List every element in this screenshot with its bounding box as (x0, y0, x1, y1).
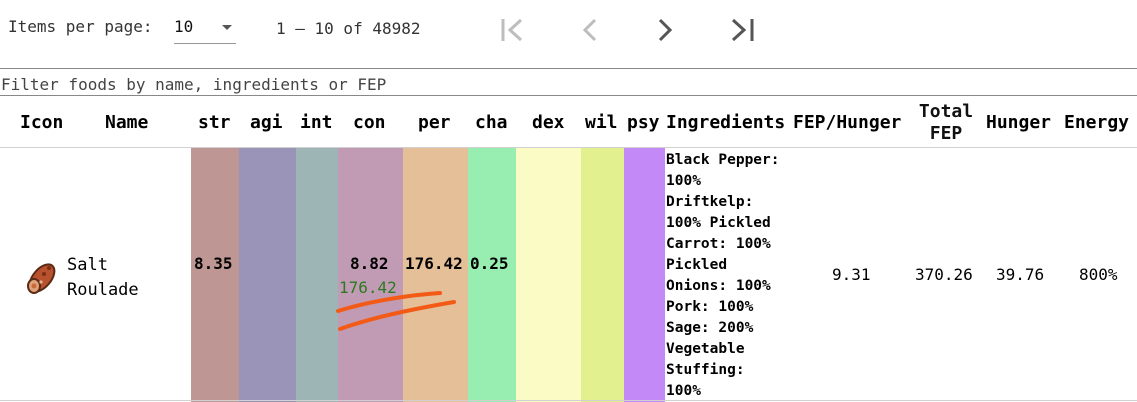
header-fep-hunger[interactable]: FEP/Hunger (793, 112, 901, 134)
agi-column-bg (239, 148, 296, 402)
items-per-page-label: Items per page: (8, 17, 153, 36)
food-name-line2: Roulade (67, 280, 139, 300)
con-value: 8.82 (350, 254, 389, 273)
chevron-right-icon (658, 18, 673, 42)
header-total-fep-line1: Total (918, 101, 974, 122)
previous-page-button[interactable] (572, 11, 608, 49)
salt-roulade-icon (20, 254, 64, 302)
cha-value: 0.25 (470, 254, 509, 273)
header-str[interactable]: str (198, 112, 231, 134)
header-wil[interactable]: wil (585, 112, 618, 134)
food-name-line1: Salt (67, 255, 108, 275)
page-size-value: 10 (174, 17, 194, 36)
hunger-value: 39.76 (996, 265, 1045, 284)
header-icon[interactable]: Icon (20, 112, 63, 134)
food-name[interactable]: Salt Roulade (67, 253, 177, 303)
header-cha[interactable]: cha (475, 112, 508, 134)
header-int[interactable]: int (300, 112, 333, 134)
dex-column-bg (516, 148, 581, 402)
next-page-button[interactable] (647, 11, 683, 49)
chevron-left-icon (582, 18, 597, 42)
header-name[interactable]: Name (105, 112, 148, 134)
cha-column-bg (468, 148, 516, 402)
page-size-select[interactable]: 10 (174, 17, 236, 44)
header-psy[interactable]: psy (627, 112, 660, 134)
caret-down-icon (222, 25, 232, 30)
header-divider (0, 147, 1137, 148)
header-agi[interactable]: agi (250, 112, 283, 134)
total-fep-value: 370.26 (915, 265, 973, 284)
row-divider (0, 400, 1137, 401)
int-column-bg (296, 148, 338, 402)
con-column-bg (338, 148, 403, 402)
header-hunger[interactable]: Hunger (986, 112, 1051, 134)
header-energy[interactable]: Energy (1064, 112, 1129, 134)
header-total-fep[interactable]: Total FEP (916, 101, 976, 145)
header-per[interactable]: per (418, 112, 451, 134)
wil-column-bg (581, 148, 624, 402)
last-page-icon (731, 18, 754, 42)
energy-value: 800% (1079, 265, 1118, 284)
fep-hunger-value: 9.31 (832, 265, 871, 284)
last-page-button[interactable] (724, 11, 760, 49)
filter-input[interactable] (0, 68, 1137, 96)
first-page-button[interactable] (494, 11, 530, 49)
str-value: 8.35 (194, 254, 233, 273)
header-dex[interactable]: dex (532, 112, 565, 134)
annotation-strokes (336, 291, 456, 331)
psy-column-bg (624, 148, 665, 402)
header-ingredients[interactable]: Ingredients (666, 112, 785, 134)
per-column-bg (403, 148, 468, 402)
header-con[interactable]: con (353, 112, 386, 134)
str-column-bg (191, 148, 239, 402)
ingredients-value: Black Pepper: 100% Driftkelp: 100% Pickl… (666, 152, 780, 399)
first-page-icon (501, 18, 523, 42)
page-range-label: 1 – 10 of 48982 (276, 19, 421, 38)
per-value: 176.42 (405, 254, 463, 273)
header-total-fep-line2: FEP (929, 123, 963, 144)
